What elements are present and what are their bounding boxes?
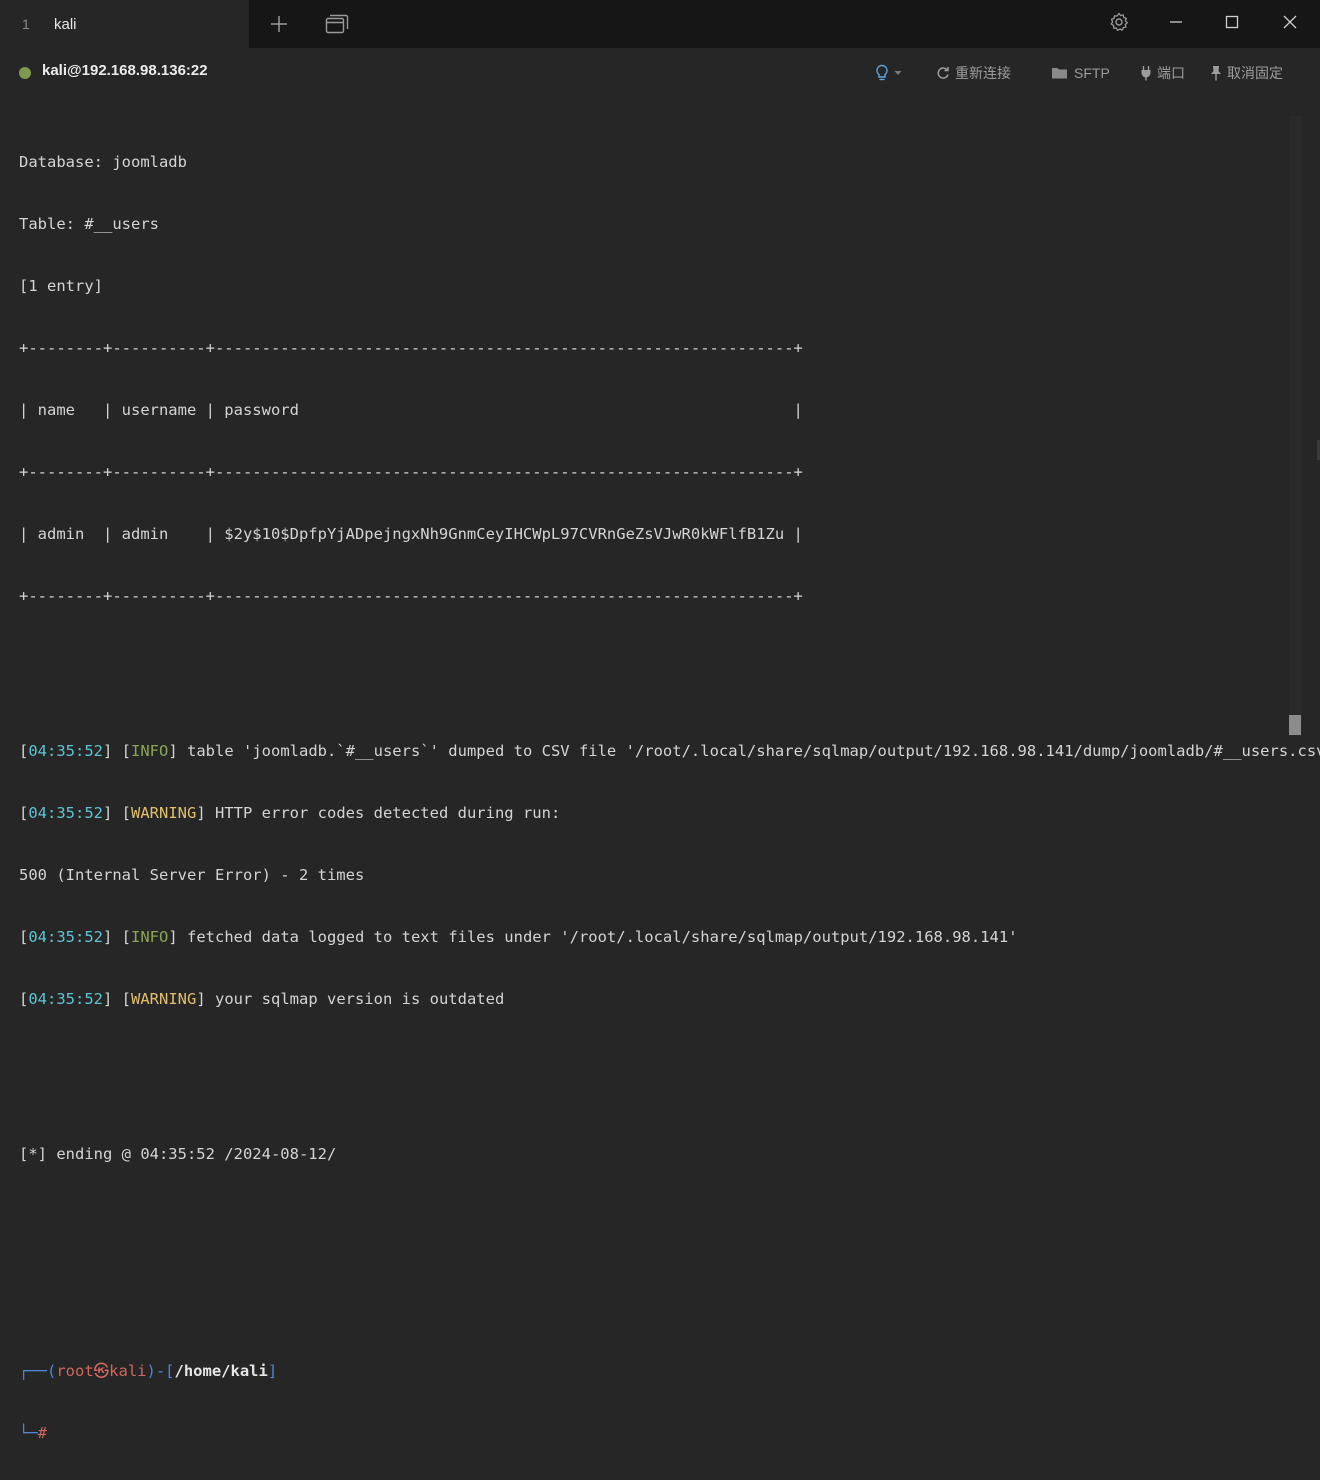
tab-bar: 1 kali	[0, 0, 1320, 48]
terminal-line: [1 entry]	[19, 277, 103, 295]
tab-title: kali	[54, 15, 77, 33]
maximize-icon	[1225, 15, 1239, 29]
table-data-row: | admin | admin | $2y$10$DpfpYjADpejngxN…	[19, 525, 803, 543]
unpin-button[interactable]: 取消固定	[1210, 62, 1283, 84]
scrollbar-thumb[interactable]	[1289, 715, 1301, 735]
close-icon	[1283, 15, 1297, 29]
minimize-icon	[1170, 21, 1182, 23]
plus-icon	[271, 16, 287, 32]
settings-button[interactable]	[1103, 8, 1135, 36]
table-separator: +--------+----------+-------------------…	[19, 587, 803, 605]
terminal-line: Table: #__users	[19, 215, 159, 233]
port-label: 端口	[1157, 65, 1185, 81]
hint-button[interactable]	[875, 62, 902, 84]
reconnect-label: 重新连接	[955, 65, 1011, 81]
sftp-label: SFTP	[1074, 65, 1110, 81]
lightbulb-icon	[876, 64, 888, 81]
maximize-button[interactable]	[1216, 8, 1248, 36]
session-host: kali@192.168.98.136:22	[42, 62, 208, 79]
minimize-button[interactable]	[1160, 8, 1192, 36]
ending-line: [*] ending @ 04:35:52 /2024-08-12/	[19, 1145, 337, 1163]
log-line: [04:35:52] [WARNING] your sqlmap version…	[19, 990, 505, 1008]
new-tab-button[interactable]	[265, 10, 293, 38]
table-separator: +--------+----------+-------------------…	[19, 339, 803, 357]
log-line: 500 (Internal Server Error) - 2 times	[19, 866, 365, 884]
tab-number: 1	[22, 16, 30, 32]
refresh-icon	[937, 67, 949, 79]
prompt-input-line[interactable]: └─#	[19, 1418, 1291, 1449]
log-line: [04:35:52] [INFO] fetched data logged to…	[19, 928, 1018, 946]
pin-icon	[1211, 66, 1221, 81]
chevron-down-icon	[894, 71, 902, 75]
table-separator: +--------+----------+-------------------…	[19, 463, 803, 481]
reconnect-button[interactable]: 重新连接	[936, 62, 1011, 84]
terminal-output[interactable]: Database: joomladb Table: #__users [1 en…	[19, 116, 1320, 1442]
port-button[interactable]: 端口	[1140, 62, 1185, 84]
scrollbar-track[interactable]	[1289, 116, 1302, 736]
new-window-button[interactable]	[323, 10, 351, 38]
prompt-line: ┌──(root㉿kali)-[/home/kali]	[19, 1362, 278, 1380]
table-header-row: | name | username | password |	[19, 401, 803, 419]
gear-icon	[1110, 12, 1128, 32]
plug-icon	[1141, 66, 1151, 81]
close-button[interactable]	[1274, 8, 1306, 36]
connection-status-dot	[19, 67, 31, 79]
log-line: [04:35:52] [WARNING] HTTP error codes de…	[19, 804, 561, 822]
folder-icon	[1052, 68, 1067, 79]
tab-kali[interactable]: 1 kali	[0, 0, 249, 48]
new-window-icon	[325, 14, 349, 34]
log-line: [04:35:52] [INFO] table 'joomladb.`#__us…	[19, 742, 1320, 760]
terminal-line: Database: joomladb	[19, 153, 187, 171]
unpin-label: 取消固定	[1227, 65, 1283, 81]
sftp-button[interactable]: SFTP	[1051, 62, 1110, 84]
